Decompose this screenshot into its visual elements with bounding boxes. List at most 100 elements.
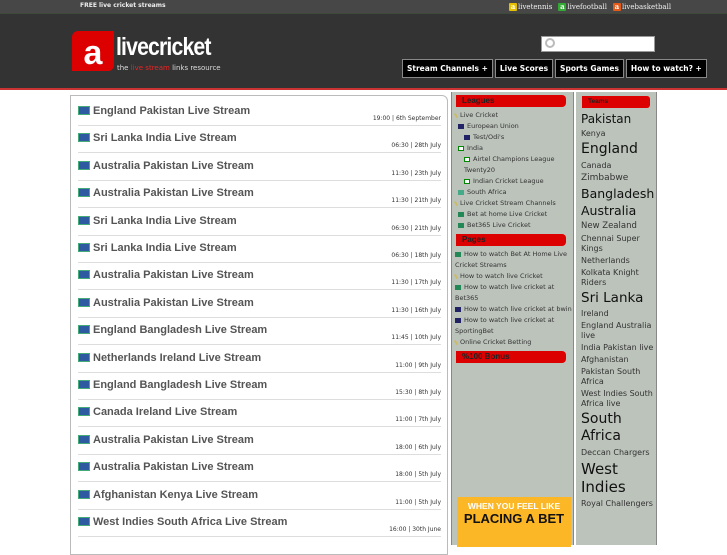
nav-button[interactable]: Live Scores (494, 59, 554, 78)
team-tag[interactable]: Pakistan (581, 112, 656, 127)
sidebar-link[interactable]: South Africa (452, 187, 573, 198)
stream-list: England Pakistan Live Stream 19:00 | 6th … (70, 95, 448, 555)
team-tag[interactable]: New Zealand (581, 221, 656, 232)
stream-title[interactable]: England Bangladesh Live Stream (93, 324, 267, 336)
stream-row[interactable]: England Bangladesh Live Stream 15:30 | 8t… (78, 378, 441, 400)
team-tag[interactable]: Zimbabwe (581, 173, 656, 184)
bwin-icon (455, 306, 461, 312)
stream-title[interactable]: Sri Lanka India Live Stream (93, 215, 237, 227)
sister-site-link[interactable]: a livebasketball (612, 3, 671, 11)
link-label: Airtel Champions League Twenty20 (464, 155, 555, 174)
team-tag[interactable]: Deccan Chargers (581, 448, 656, 458)
stream-row[interactable]: Australia Pakistan Live Stream 18:00 | 5t… (78, 460, 441, 483)
link-label: How to watch live cricket at SportingBet (455, 316, 555, 335)
team-tag[interactable]: Sri Lanka (581, 290, 656, 307)
stream-date: 11:00 | 5th July (395, 498, 441, 506)
nav-button[interactable]: How to watch? + (625, 59, 707, 78)
tag-post: links resource (172, 64, 221, 72)
stream-row[interactable]: West Indies South Africa Live Stream 16:0… (78, 515, 441, 537)
tag-red: live stream (130, 64, 170, 72)
team-tag[interactable]: Pakistan South Africa (581, 367, 656, 387)
team-tag[interactable]: India Pakistan live (581, 343, 656, 353)
nav-button[interactable]: Sports Games (555, 59, 624, 78)
stream-row[interactable]: Sri Lanka India Live Stream 06:30 | 21th … (78, 214, 441, 236)
stream-row[interactable]: England Pakistan Live Stream 19:00 | 6th … (78, 104, 441, 126)
sidebar-link[interactable]: Test/Odi's (452, 132, 573, 143)
sidebar-link[interactable]: Bet365 Live Cricket (452, 220, 573, 231)
stream-row[interactable]: Sri Lanka India Live Stream 06:30 | 28th … (78, 131, 441, 154)
search-input[interactable] (541, 36, 655, 52)
stream-row[interactable]: Australia Pakistan Live Stream 11:30 | 21… (78, 186, 441, 209)
sidebar-link[interactable]: Live Cricket (452, 110, 573, 121)
team-tag[interactable]: Kolkata Knight Riders (581, 268, 656, 288)
stream-row[interactable]: Afghanistan Kenya Live Stream 11:00 | 5th… (78, 488, 441, 510)
stream-date: 18:00 | 5th July (395, 471, 441, 479)
team-tag[interactable]: South Africa (581, 411, 656, 446)
team-tag[interactable]: Ireland (581, 309, 656, 319)
team-tag[interactable]: West Indies South Africa live (581, 389, 656, 409)
team-tag[interactable]: England Australia live (581, 321, 656, 341)
eu-icon (458, 123, 464, 129)
stream-title[interactable]: Sri Lanka India Live Stream (93, 132, 237, 144)
sidebar-categories: Leagues Live Cricket European Union Test/O… (451, 92, 574, 547)
sidebar-link[interactable]: How to watch live Cricket (452, 271, 573, 282)
stream-title[interactable]: Canada Ireland Live Stream (93, 406, 237, 418)
sister-site-link[interactable]: a livetennis (509, 3, 552, 11)
tagline: FREE live cricket streams (80, 2, 166, 9)
nav-button[interactable]: Stream Channels + (402, 59, 493, 78)
stream-row[interactable]: Netherlands Ireland Live Stream 11:00 | 9… (78, 351, 441, 373)
team-tag[interactable]: Netherlands (581, 256, 656, 266)
link-label: India (467, 144, 483, 152)
stream-row[interactable]: Australia Pakistan Live Stream 11:30 | 16… (78, 296, 441, 318)
stream-title[interactable]: Sri Lanka India Live Stream (93, 242, 237, 254)
stream-title[interactable]: Australia Pakistan Live Stream (93, 297, 254, 309)
stream-row[interactable]: Sri Lanka India Live Stream 06:30 | 18th … (78, 241, 441, 263)
stream-title[interactable]: Australia Pakistan Live Stream (93, 160, 254, 172)
stream-row[interactable]: Canada Ireland Live Stream 11:00 | 7th Ju… (78, 405, 441, 428)
stream-title[interactable]: Australia Pakistan Live Stream (93, 269, 254, 281)
stream-date: 19:00 | 6th September (372, 115, 441, 122)
stream-row[interactable]: Australia Pakistan Live Stream 11:30 | 17… (78, 268, 441, 291)
stream-row[interactable]: Australia Pakistan Live Stream 18:00 | 6t… (78, 433, 441, 455)
team-tag[interactable]: Australia (581, 203, 656, 219)
bat-icon (453, 200, 459, 206)
sidebar-link[interactable]: Bet at home Live Cricket (452, 209, 573, 220)
team-tag[interactable]: Royal Challengers (581, 499, 656, 509)
sidebar-link[interactable]: Indian Cricket League (452, 176, 573, 187)
sister-site-link[interactable]: a livefootball (558, 3, 607, 11)
stream-date: 11:30 | 21th July (391, 197, 441, 205)
sidebar-link[interactable]: Online Cricket Betting (452, 337, 573, 348)
sidebar-link[interactable]: How to watch live cricket at bwin (452, 304, 573, 315)
stream-title[interactable]: Netherlands Ireland Live Stream (93, 352, 261, 364)
team-tag[interactable]: Kenya (581, 129, 656, 139)
team-tag[interactable]: Chennai Super Kings (581, 234, 656, 254)
pages-header: Pages (456, 234, 566, 246)
link-label: Live Cricket (460, 111, 499, 119)
stream-date: 11:30 | 23th July (391, 169, 441, 177)
sidebar-link[interactable]: Airtel Champions League Twenty20 (452, 154, 573, 176)
stream-title[interactable]: England Bangladesh Live Stream (93, 379, 267, 391)
team-tag[interactable]: England (581, 141, 656, 159)
stream-title[interactable]: West Indies South Africa Live Stream (93, 516, 287, 528)
team-tag[interactable]: Canada (581, 161, 656, 171)
team-tag[interactable]: West Indies (581, 460, 656, 498)
sidebar-link[interactable]: India (452, 143, 573, 154)
sidebar-link[interactable]: European Union (452, 121, 573, 132)
stream-title[interactable]: Australia Pakistan Live Stream (93, 187, 254, 199)
sidebar-link[interactable]: How to watch live cricket at Bet365 (452, 282, 573, 304)
bonus-banner[interactable]: WHEN YOU FEEL LIKE PLACING A BET (457, 497, 571, 547)
stream-row[interactable]: England Bangladesh Live Stream 11:45 | 10… (78, 323, 441, 346)
link-label: How to watch Bet At Home Live Cricket St… (455, 250, 568, 269)
stream-title[interactable]: Afghanistan Kenya Live Stream (93, 489, 258, 501)
sidebar-link[interactable]: How to watch live cricket at SportingBet (452, 315, 573, 337)
top-bar: FREE live cricket streams a livetennis a li… (0, 0, 727, 14)
stream-title[interactable]: Australia Pakistan Live Stream (93, 461, 254, 473)
team-tag[interactable]: Afghanistan (581, 355, 656, 365)
team-tag[interactable]: Bangladesh (581, 186, 656, 202)
stream-row[interactable]: Australia Pakistan Live Stream 11:30 | 23… (78, 159, 441, 181)
sidebar-link[interactable]: How to watch Bet At Home Live Cricket St… (452, 249, 573, 271)
stream-title[interactable]: England Pakistan Live Stream (93, 105, 250, 117)
sidebar-link[interactable]: Live Cricket Stream Channels (452, 198, 573, 209)
teams-header: Teams (582, 96, 650, 108)
stream-title[interactable]: Australia Pakistan Live Stream (93, 434, 254, 446)
